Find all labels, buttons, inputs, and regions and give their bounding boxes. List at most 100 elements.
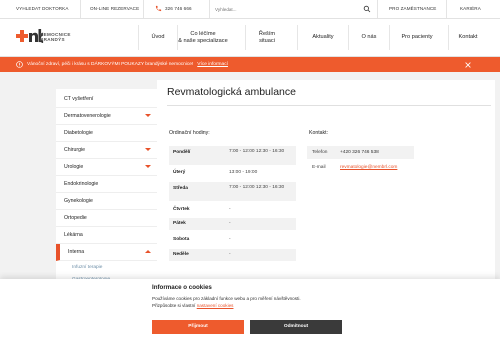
hours-day: Úterý	[173, 170, 186, 175]
logo-text: NEMOCNICE BRANDÝS	[40, 32, 71, 43]
career-link[interactable]: KARIÉRA	[460, 0, 481, 18]
contact-email-link[interactable]: revmatologie@nembrl.com	[340, 165, 397, 170]
chevron-down-icon[interactable]	[145, 148, 151, 151]
divider	[377, 0, 378, 18]
divider	[446, 0, 447, 18]
close-icon[interactable]	[465, 61, 471, 68]
accept-cookies-button[interactable]: Přijmout	[152, 320, 244, 334]
sidebar-subitem-infusion-therapy[interactable]: Infuzní terapie	[72, 265, 102, 270]
contact-phone[interactable]: +420 326 746 538	[340, 150, 379, 155]
contact-row-phone: Telefon +420 326 746 538	[307, 146, 414, 159]
promo-banner: Vánoční zdraví, péči i krásu s DÁRKOVÝMI…	[0, 57, 500, 72]
sidebar-item-label: Ortopedie	[64, 215, 87, 221]
nav-item-about[interactable]: O nás	[349, 19, 389, 56]
divider	[209, 0, 210, 18]
nav-label: & naše specializace	[178, 37, 228, 44]
main-header: NEMOCNICE BRANDÝS Úvod Co léčíme & naše s…	[0, 19, 500, 57]
hours-day: Pátek	[173, 221, 186, 226]
sidebar-item-internal-medicine[interactable]: Interna	[56, 244, 157, 261]
hours-row: Čtvrtek -	[169, 204, 296, 216]
sidebar-item-diabetology[interactable]: Diabetologie	[56, 125, 157, 142]
sidebar-item-label: Gynekologie	[64, 198, 93, 204]
nav-item-specializations[interactable]: Co léčíme & naše specializace	[178, 19, 228, 56]
sidebar-item-urology[interactable]: Urologie	[56, 159, 157, 176]
banner-more-info-link[interactable]: Více informací	[197, 62, 228, 67]
hours-row: Pátek -	[169, 218, 296, 230]
sidebar-item-label: Diabetologie	[64, 130, 93, 136]
contact-row-email: E-mail revmatologie@nembrl.com	[307, 161, 414, 174]
department-sidebar: CT vyšetření Dermatovenerologie Diabetol…	[56, 89, 157, 280]
cookie-consent-bar: Informace o cookies Používáme cookies pr…	[0, 279, 500, 348]
cookie-settings-link[interactable]: nastavení cookies	[197, 303, 234, 308]
sidebar-item-label: Chirurgie	[64, 147, 86, 153]
hours-time: -	[229, 252, 231, 257]
cookie-text-line-1: Používáme cookies pro základní funkce we…	[152, 296, 301, 301]
nav-label: Úvod	[151, 34, 165, 41]
hours-time: 7:00 - 12:00 12:30 - 16:30	[229, 149, 285, 154]
phone-icon	[155, 5, 162, 12]
sidebar-item-ct[interactable]: CT vyšetření	[56, 91, 157, 108]
nav-item-home[interactable]: Úvod	[139, 19, 177, 56]
divider	[80, 0, 81, 18]
search-icon[interactable]	[363, 5, 371, 13]
banner-text: Vánoční zdraví, péči i krásu s DÁRKOVÝMI…	[27, 62, 194, 67]
main-content: Revmatologická ambulance Ordinační hodin…	[157, 80, 495, 279]
cookie-text-prefix: Přizpůsobte si vlastní	[152, 302, 196, 308]
cookie-text: Používáme cookies pro základní funkce we…	[152, 296, 301, 309]
nav-label: Kontakt	[458, 34, 478, 41]
sidebar-item-label: Lékárna	[64, 232, 83, 238]
nav-label: Aktuality	[312, 34, 334, 41]
hours-row: Středa 7:00 - 12:00 12:30 - 16:30	[169, 182, 296, 201]
phone-link[interactable]: 326 746 666	[153, 0, 199, 18]
page-title: Revmatologická ambulance	[167, 86, 296, 98]
nav-item-news[interactable]: Aktuality	[298, 19, 348, 56]
hours-row: Neděle -	[169, 249, 296, 261]
banner-message: Vánoční zdraví, péči i krásu s DÁRKOVÝMI…	[27, 57, 228, 72]
hours-heading: Ordinační hodiny:	[169, 130, 210, 136]
nav-label: O nás	[361, 34, 377, 41]
hours-day: Neděle	[173, 252, 189, 257]
nav-item-contact[interactable]: Kontakt	[449, 19, 487, 56]
cookie-title: Informace o cookies	[152, 284, 212, 291]
online-booking-link[interactable]: ON-LINE REZERVACE	[90, 0, 139, 18]
phone-number: 326 746 666	[165, 6, 192, 11]
sidebar-item-endocrinology[interactable]: Endokrinologie	[56, 176, 157, 193]
nav-item-solve-situation[interactable]: Řeším situaci	[246, 19, 288, 56]
hours-time: -	[229, 207, 231, 212]
nav-item-for-patients[interactable]: Pro pacienty	[390, 19, 444, 56]
hours-day: Čtvrtek	[173, 207, 190, 212]
divider	[143, 0, 144, 18]
nav-label: Pro pacienty	[401, 34, 433, 41]
search-doctor-link[interactable]: VYHLEDAT DOKTORKA	[16, 0, 69, 18]
hospital-logo[interactable]: NEMOCNICE BRANDÝS	[16, 26, 86, 50]
sidebar-item-label: Urologie	[64, 164, 84, 170]
logo-line-2: BRANDÝS	[40, 37, 65, 43]
hours-row: Úterý 13:00 - 19:00	[169, 167, 296, 179]
sidebar-item-pharmacy[interactable]: Lékárna	[56, 227, 157, 244]
sidebar-item-label: Dermatovenerologie	[64, 113, 111, 119]
sidebar-item-label: Endokrinologie	[64, 181, 99, 187]
contact-label: E-mail	[312, 165, 326, 170]
sidebar-item-surgery[interactable]: Chirurgie	[56, 142, 157, 159]
warning-icon	[16, 61, 23, 68]
hours-time: -	[229, 221, 231, 226]
sidebar-item-dermatovenerology[interactable]: Dermatovenerologie	[56, 108, 157, 125]
hours-time: 13:00 - 19:00	[229, 170, 258, 175]
hours-row: Sobota -	[169, 234, 296, 246]
hours-row: Pondělí 7:00 - 12:00 12:30 - 16:30	[169, 146, 296, 165]
chevron-down-icon[interactable]	[145, 114, 151, 117]
for-employees-link[interactable]: PRO ZAMĚSTNANCE	[389, 0, 436, 18]
hours-day: Sobota	[173, 237, 190, 242]
hours-time: 7:00 - 12:00 12:30 - 16:30	[229, 185, 285, 190]
sidebar-item-gynecology[interactable]: Gynekologie	[56, 193, 157, 210]
chevron-down-icon[interactable]	[145, 165, 151, 168]
contact-label: Telefon	[312, 150, 328, 155]
sidebar-item-orthopedics[interactable]: Ortopedie	[56, 210, 157, 227]
hours-day: Pondělí	[173, 150, 191, 155]
sidebar-item-label: Interna	[68, 249, 85, 255]
chevron-up-icon[interactable]	[145, 250, 151, 253]
reject-cookies-button[interactable]: Odmítnout	[250, 320, 342, 334]
search-input[interactable]	[215, 3, 365, 15]
nav-label: situaci	[259, 37, 275, 44]
hours-day: Středa	[173, 186, 188, 191]
